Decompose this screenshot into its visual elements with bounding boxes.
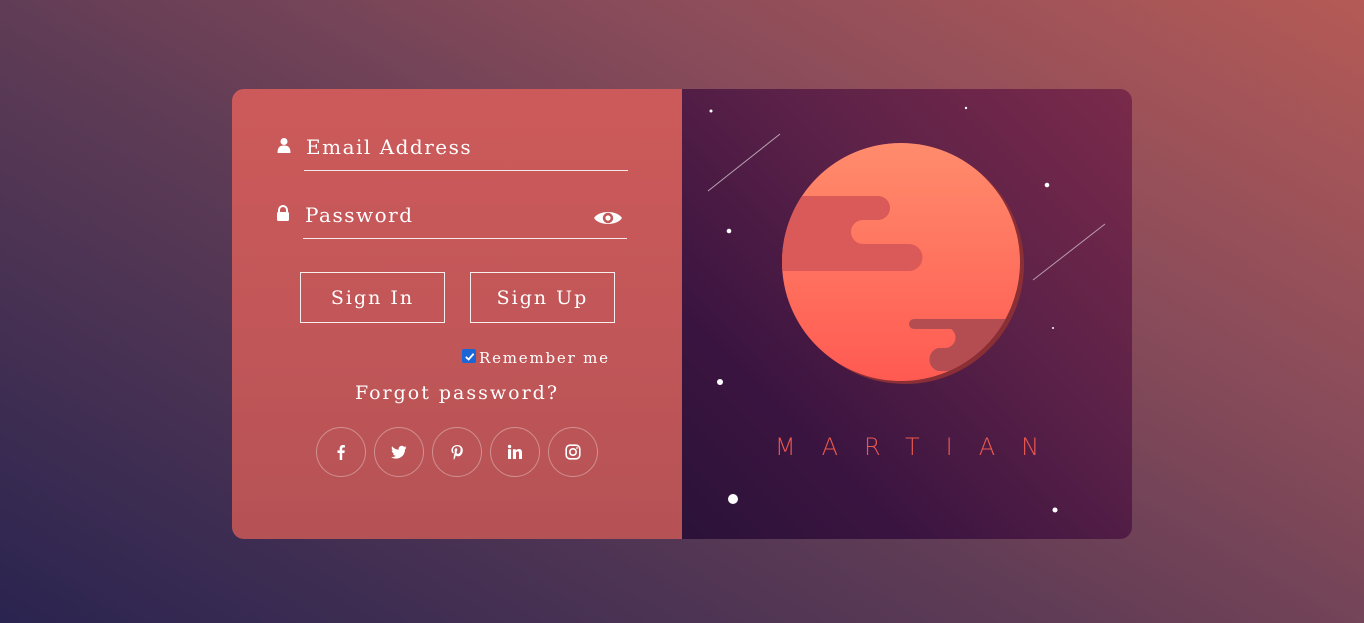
lock-icon <box>277 205 289 221</box>
remember-checkbox[interactable] <box>462 349 476 363</box>
sign-in-button[interactable]: Sign In <box>300 272 445 323</box>
email-field-wrapper <box>277 126 628 171</box>
instagram-button[interactable] <box>548 427 598 477</box>
pinterest-button[interactable] <box>432 427 482 477</box>
remember-label: Remember me <box>479 349 610 367</box>
remember-me[interactable]: Remember me <box>462 349 610 367</box>
illustration-panel: MARTIAN <box>682 89 1132 539</box>
user-icon <box>277 138 291 153</box>
facebook-button[interactable] <box>316 427 366 477</box>
facebook-icon <box>337 445 345 460</box>
password-input[interactable] <box>303 198 583 232</box>
check-icon <box>464 352 474 361</box>
forgot-password-link[interactable]: Forgot password? <box>232 382 682 404</box>
linkedin-button[interactable] <box>490 427 540 477</box>
pinterest-icon <box>451 445 463 460</box>
planet-illustration <box>707 106 1106 513</box>
email-input[interactable] <box>304 130 584 164</box>
linkedin-icon <box>507 444 522 459</box>
login-panel: Sign In Sign Up Remember me Forgot passw… <box>232 89 682 539</box>
social-links <box>316 427 598 477</box>
password-field-wrapper <box>277 194 627 239</box>
twitter-icon <box>391 445 407 459</box>
login-card: Sign In Sign Up Remember me Forgot passw… <box>232 89 1132 539</box>
eye-icon[interactable] <box>593 208 623 228</box>
twitter-button[interactable] <box>374 427 424 477</box>
brand-title: MARTIAN <box>774 433 1066 461</box>
instagram-icon <box>565 444 581 460</box>
sign-up-button[interactable]: Sign Up <box>470 272 615 323</box>
